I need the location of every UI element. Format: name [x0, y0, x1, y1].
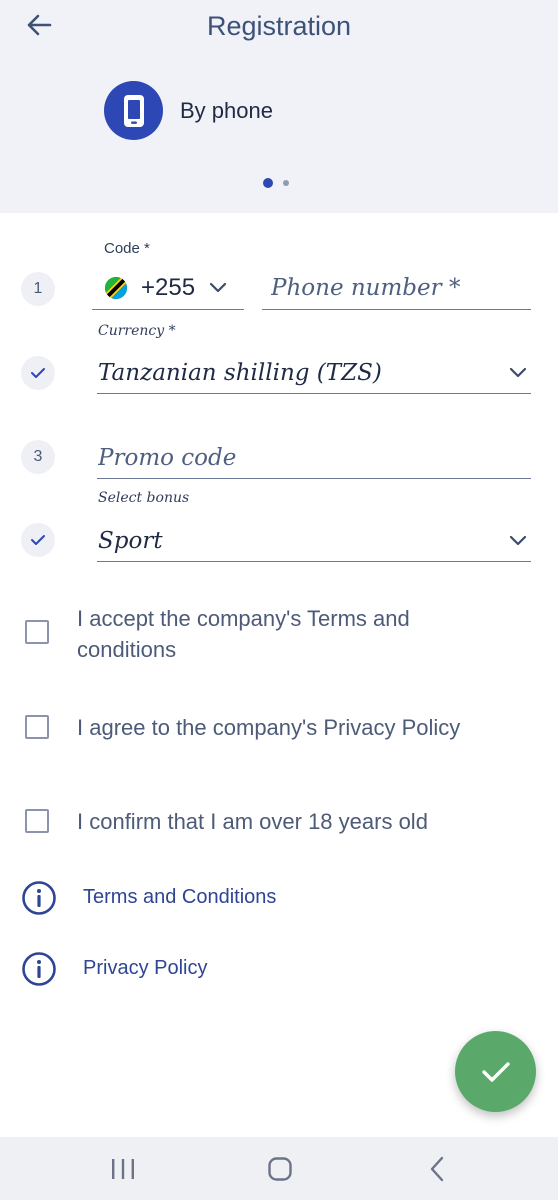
country-code-value: +255: [141, 273, 196, 301]
privacy-checkbox[interactable]: [25, 715, 49, 739]
recent-apps-icon: [112, 1158, 134, 1179]
chevron-down-icon: [509, 535, 527, 545]
age-checkbox[interactable]: [25, 809, 49, 833]
step-1-indicator: 1: [21, 272, 55, 306]
submit-button[interactable]: [455, 1031, 536, 1112]
chevron-down-icon: [209, 282, 227, 292]
currency-label: Currency *: [98, 323, 176, 339]
step-4-done-indicator: [21, 523, 55, 557]
code-label: Code *: [104, 240, 150, 257]
phone-number-field[interactable]: [262, 266, 531, 310]
bonus-select[interactable]: Sport: [97, 520, 531, 562]
bonus-value: Sport: [98, 527, 163, 554]
method-label: By phone: [180, 97, 273, 123]
page-dot-active: [263, 178, 273, 188]
check-icon: [31, 368, 45, 378]
promo-code-field[interactable]: [97, 437, 531, 479]
registration-method-phone[interactable]: By phone: [104, 81, 273, 140]
page-dot: [283, 180, 289, 186]
step-2-done-indicator: [21, 356, 55, 390]
age-checkbox-label: I confirm that I am over 18 years old: [77, 809, 428, 834]
home-button[interactable]: [240, 1137, 320, 1200]
bonus-label: Select bonus: [98, 490, 190, 506]
privacy-checkbox-row[interactable]: [25, 715, 49, 739]
age-checkbox-row[interactable]: [25, 809, 49, 833]
terms-checkbox-row[interactable]: [25, 620, 49, 644]
country-code-select[interactable]: +255: [92, 266, 244, 310]
system-navigation-bar: [0, 1137, 558, 1200]
terms-link-row[interactable]: [21, 880, 57, 916]
page-indicator: [263, 178, 289, 188]
page-title: Registration: [206, 11, 352, 41]
tanzania-flag-icon: [105, 276, 127, 299]
privacy-link[interactable]: Privacy Policy: [83, 957, 207, 980]
header-area: Registration By phone: [0, 0, 558, 213]
terms-checkbox-label: I accept the company's Terms and conditi…: [77, 606, 410, 662]
check-icon: [481, 1061, 510, 1082]
chevron-down-icon: [509, 367, 527, 377]
currency-select[interactable]: Tanzanian shilling (TZS): [97, 352, 531, 394]
promo-code-input[interactable]: [97, 437, 531, 478]
info-icon: [22, 881, 56, 915]
phone-number-input[interactable]: [262, 266, 531, 309]
step-3-indicator: 3: [21, 440, 55, 474]
home-icon: [268, 1156, 292, 1181]
privacy-checkbox-label: I agree to the company's Privacy Policy: [77, 715, 461, 740]
system-back-button[interactable]: [397, 1137, 477, 1200]
info-icon: [22, 952, 56, 986]
terms-checkbox[interactable]: [25, 620, 49, 644]
chevron-left-icon: [430, 1156, 444, 1181]
smartphone-icon: [104, 81, 163, 140]
recent-apps-button[interactable]: [83, 1137, 163, 1200]
terms-link[interactable]: Terms and Conditions: [83, 886, 276, 909]
privacy-link-row[interactable]: [21, 951, 57, 987]
check-icon: [31, 535, 45, 545]
currency-value: Tanzanian shilling (TZS): [98, 359, 382, 386]
